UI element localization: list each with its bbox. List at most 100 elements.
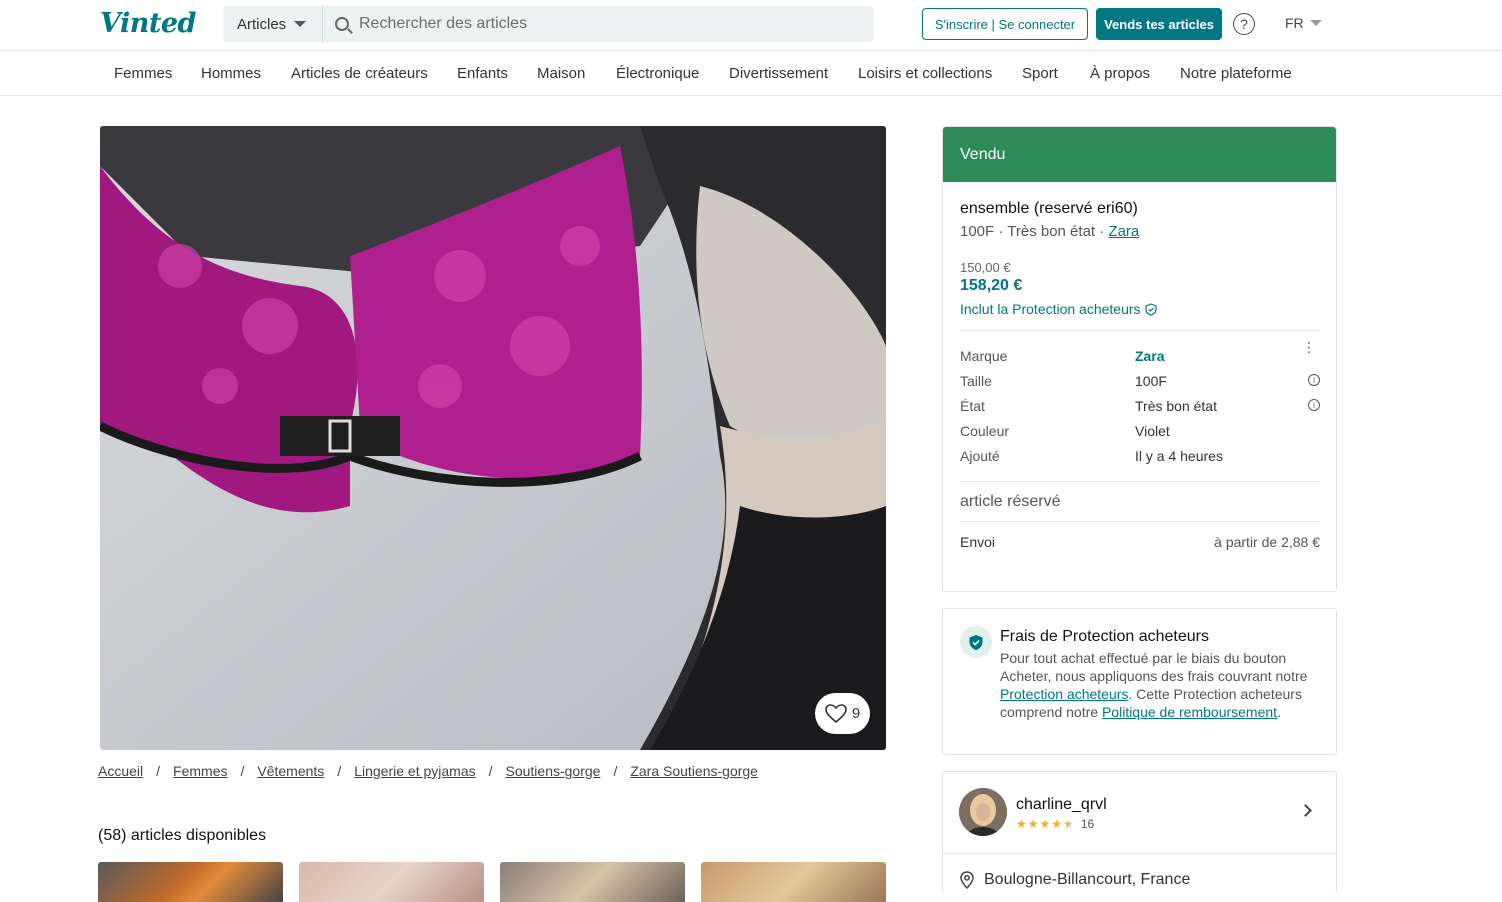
nav-item-maison[interactable]: Maison [537,65,585,82]
avatar[interactable] [959,788,1007,836]
breadcrumb-link[interactable]: Lingerie et pyjamas [354,763,475,779]
breadcrumb-link[interactable]: Zara Soutiens-gorge [630,763,758,779]
info-icon[interactable]: i [1308,399,1320,411]
breadcrumb-link[interactable]: Femmes [173,763,227,779]
old-price: 150,00 € [960,260,1011,275]
favorite-button[interactable]: 9 [815,693,870,734]
detail-value: 100F [1135,372,1167,389]
detail-row-added: Ajouté Il y a 4 heures [960,443,1320,468]
nav-item-sport[interactable]: Sport [1022,65,1058,82]
shipping-value: à partir de 2,88 € [1214,534,1320,550]
language-select[interactable]: FR [1285,15,1322,31]
seller-rating: ★ ★ ★ ★ ★ 16 [1016,817,1094,831]
item-summary-panel: Vendu ensemble (reservé eri60) 100F · Tr… [942,126,1337,592]
language-label: FR [1285,15,1304,31]
detail-key: Ajouté [960,447,1000,464]
detail-value-brand[interactable]: Zara [1135,348,1165,364]
breadcrumb-separator: / [240,763,245,779]
half-star-icon: ★ [1063,817,1074,831]
breadcrumb-separator: / [156,763,161,779]
nav-item-divertissement[interactable]: Divertissement [729,65,828,82]
detail-value: Très bon état [1135,397,1217,414]
divider [943,853,1336,854]
star-icon: ★ [1016,817,1027,831]
nav-item-femmes[interactable]: Femmes [114,65,172,82]
breadcrumb-link[interactable]: Accueil [98,763,143,779]
breadcrumb-separator: / [488,763,493,779]
chevron-right-icon[interactable] [1299,804,1312,817]
detail-key: Couleur [960,422,1010,439]
seller-location: Boulogne-Billancourt, France [960,871,1190,889]
review-count: 16 [1080,817,1095,831]
star-icon: ★ [1027,817,1039,831]
location-pin-icon [960,871,974,889]
detail-value: Violet [1135,422,1170,439]
detail-row-condition: État Très bon état i [960,393,1320,418]
search-input[interactable] [359,15,859,33]
breadcrumb-separator: / [613,763,618,779]
item-thumbnail[interactable] [98,862,283,902]
help-icon[interactable]: ? [1233,13,1255,35]
nav-item-plateforme[interactable]: Notre plateforme [1180,65,1292,82]
nav-item-electronique[interactable]: Électronique [616,65,699,82]
detail-row-color: Couleur Violet [960,418,1320,443]
available-items-title: (58) articles disponibles [98,827,267,844]
star-icon: ★ [1039,817,1051,831]
breadcrumb-link[interactable]: Soutiens-gorge [506,763,601,779]
vinted-logo[interactable]: Vinted [100,8,196,39]
location-text: Boulogne-Billancourt, France [984,871,1191,888]
protection-link[interactable]: Protection acheteurs [1000,686,1128,702]
heart-icon [825,703,847,723]
detail-value: Il y a 4 heures [1135,447,1223,464]
total-price: 158,20 € [960,277,1023,294]
refund-policy-link[interactable]: Politique de remboursement [1102,704,1277,720]
nav-item-enfants[interactable]: Enfants [457,65,508,82]
buyer-protection-info: Frais de Protection acheteurs Pour tout … [942,608,1337,755]
brand-link[interactable]: Zara [1108,223,1139,240]
item-title: ensemble (reservé eri60) [960,200,1138,217]
category-nav: Femmes Hommes Articles de créateurs Enfa… [0,51,1502,96]
header: Vinted Articles S'inscrire | Se connecte… [0,0,1502,51]
seller-name[interactable]: charline_qrvl [1016,796,1107,814]
breadcrumb: Accueil / Femmes / Vêtements / Lingerie et … [98,763,758,779]
search-bar: Articles [223,6,874,42]
protection-text: Pour tout achat effectué par le biais du… [1000,650,1308,684]
nav-item-hommes[interactable]: Hommes [201,65,261,82]
search-icon [335,17,349,31]
buyer-protection-link[interactable]: Inclut la Protection acheteurs [960,301,1320,317]
info-icon[interactable]: i [1308,374,1320,386]
item-thumbnail[interactable] [500,862,685,902]
nav-item-loisirs[interactable]: Loisirs et collections [858,65,992,82]
nav-item-createurs[interactable]: Articles de créateurs [291,65,428,82]
detail-key: État [960,397,985,414]
size-condition: 100F · Très bon état · [960,223,1109,240]
breadcrumb-separator: / [337,763,342,779]
shield-check-icon [960,626,992,658]
item-subtitle: 100F · Très bon état · Zara [960,223,1320,240]
available-items-grid [98,862,886,902]
breadcrumb-link[interactable]: Vêtements [257,763,324,779]
item-thumbnail[interactable] [701,862,886,902]
search-category-select[interactable]: Articles [223,6,323,42]
protection-text: . [1277,704,1281,720]
more-options-icon[interactable]: ⋮ [1302,340,1316,354]
item-photo-image [100,126,886,750]
nav-item-a-propos[interactable]: À propos [1090,65,1150,82]
protection-title: Frais de Protection acheteurs [1000,628,1209,645]
reserved-label: article réservé [960,481,1320,521]
shield-icon [1144,302,1157,316]
shipping-label: Envoi [960,534,996,550]
item-thumbnail[interactable] [299,862,484,902]
detail-key: Taille [960,372,992,389]
item-photo[interactable]: 9 [100,126,886,750]
detail-row-brand: Marque Zara ⋮ [960,340,1320,368]
detail-row-size: Taille 100F i [960,368,1320,393]
login-button[interactable]: S'inscrire | Se connecter [922,8,1088,40]
shipping-row: Envoi à partir de 2,88 € [960,521,1320,550]
favorite-count: 9 [851,705,861,722]
star-icon: ★ [1051,817,1063,831]
protection-description: Pour tout achat effectué par le biais du… [1000,649,1320,721]
seller-card[interactable]: charline_qrvl ★ ★ ★ ★ ★ 16 Boulogne-Bill… [942,771,1337,893]
buyer-protection-label: Inclut la Protection acheteurs [960,301,1141,317]
sell-button[interactable]: Vends tes articles [1096,8,1222,40]
